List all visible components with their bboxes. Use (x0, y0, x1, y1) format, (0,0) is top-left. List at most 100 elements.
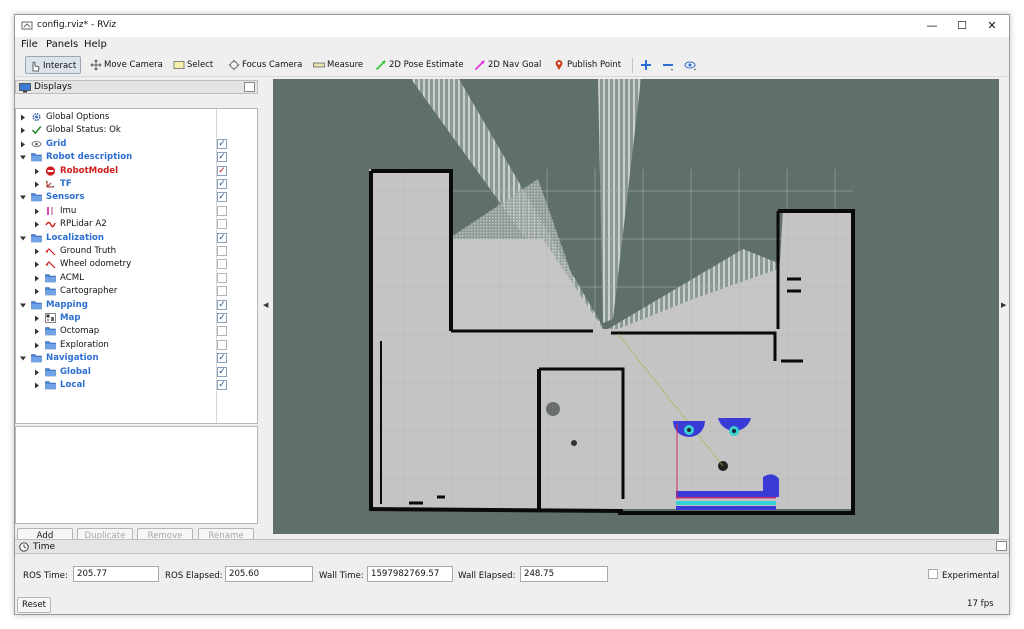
camera-type-icon[interactable] (683, 59, 697, 71)
display-item-navigation[interactable]: Navigation ✓ (16, 352, 257, 365)
expand-down-arrow-icon[interactable] (20, 194, 26, 201)
time-panel-undock-button[interactable] (996, 541, 1007, 551)
display-item-map[interactable]: Map ✓ (16, 312, 257, 325)
add-tool-icon[interactable] (639, 59, 653, 71)
expand-right-arrow-icon[interactable] (34, 261, 40, 268)
display-enable-checkbox[interactable]: ✓ (217, 165, 227, 176)
display-enable-checkbox[interactable]: ✓ (217, 152, 227, 163)
display-item-label: Local (60, 380, 86, 390)
display-enable-checkbox[interactable] (217, 286, 227, 297)
expand-right-arrow-icon[interactable] (34, 288, 40, 295)
expand-right-arrow-icon[interactable] (34, 369, 40, 376)
display-item-tf[interactable]: TF ✓ (16, 178, 257, 191)
monitor-icon (19, 83, 31, 93)
expand-right-arrow-icon[interactable] (34, 315, 40, 322)
tool-focus-camera[interactable]: Focus Camera (225, 56, 302, 74)
display-item-octomap[interactable]: Octomap (16, 325, 257, 338)
display-enable-checkbox[interactable]: ✓ (217, 192, 227, 203)
display-enable-checkbox[interactable]: ✓ (217, 138, 227, 149)
left-dock-handle[interactable]: ◀ (261, 79, 271, 534)
expand-down-arrow-icon[interactable] (20, 235, 26, 242)
expand-right-arrow-icon[interactable] (34, 168, 40, 175)
expand-right-arrow-icon[interactable] (34, 382, 40, 389)
tool-select[interactable]: Select (170, 56, 213, 74)
display-enable-checkbox[interactable]: ✓ (217, 232, 227, 243)
display-item-acml[interactable]: ACML (16, 272, 257, 285)
display-enable-checkbox[interactable] (217, 259, 227, 270)
expand-right-arrow-icon[interactable] (20, 141, 26, 148)
display-enable-checkbox[interactable]: ✓ (217, 380, 227, 390)
expand-down-arrow-icon[interactable] (20, 154, 26, 161)
ros-time-field[interactable]: 205.77 (73, 566, 159, 582)
tool-interact[interactable]: Interact (25, 56, 82, 74)
display-item-exploration[interactable]: Exploration (16, 339, 257, 352)
display-properties-area (15, 426, 258, 524)
display-item-robot-description[interactable]: Robot description ✓ (16, 151, 257, 164)
expand-right-arrow-icon[interactable] (34, 342, 40, 349)
display-item-local[interactable]: Local ✓ (16, 379, 257, 392)
display-item-grid[interactable]: Grid ✓ (16, 138, 257, 151)
maximize-button[interactable]: ☐ (947, 18, 977, 34)
display-item-cartographer[interactable]: Cartographer (16, 285, 257, 298)
tool-publish-point[interactable]: Publish Point (550, 56, 621, 74)
expand-right-arrow-icon[interactable] (34, 208, 40, 215)
right-dock-handle[interactable]: ▶ (999, 79, 1009, 534)
menu-panels[interactable]: Panels (46, 39, 78, 50)
menu-help[interactable]: Help (84, 39, 107, 50)
remove-tool-icon[interactable] (661, 59, 675, 71)
display-enable-checkbox[interactable] (217, 246, 227, 256)
ros-elapsed-field[interactable]: 205.60 (225, 566, 313, 582)
wall-time-field[interactable]: 1597982769.57 (367, 566, 453, 582)
clock-icon (19, 542, 29, 552)
expand-right-arrow-icon[interactable] (34, 275, 40, 282)
tool-2d-nav-goal[interactable]: 2D Nav Goal (471, 56, 541, 74)
display-enable-checkbox[interactable]: ✓ (217, 353, 227, 364)
display-enable-checkbox[interactable]: ✓ (217, 366, 227, 377)
display-enable-checkbox[interactable]: ✓ (217, 299, 227, 310)
display-item-wheel-odometry[interactable]: Wheel odometry (16, 258, 257, 271)
display-item-global-options[interactable]: Global Options (16, 111, 257, 124)
tool-2d-pose-estimate[interactable]: 2D Pose Estimate (372, 56, 464, 74)
expand-right-arrow-icon[interactable] (34, 328, 40, 335)
experimental-checkbox[interactable] (928, 569, 938, 579)
display-item-robotmodel[interactable]: RobotModel ✓ (16, 165, 257, 178)
menu-file[interactable]: File (21, 39, 38, 50)
reset-button[interactable]: Reset (17, 597, 51, 613)
display-item-label: Exploration (60, 339, 109, 350)
expand-right-arrow-icon[interactable] (34, 221, 40, 228)
display-item-global[interactable]: Global ✓ (16, 366, 257, 379)
expand-right-arrow-icon[interactable] (34, 248, 40, 255)
display-enable-checkbox[interactable]: ✓ (217, 179, 227, 189)
display-enable-checkbox[interactable] (217, 205, 227, 216)
wall-elapsed-field[interactable]: 248.75 (520, 566, 608, 582)
render-3d-view[interactable] (273, 79, 999, 534)
display-item-mapping[interactable]: Mapping ✓ (16, 299, 257, 312)
display-enable-checkbox[interactable] (217, 339, 227, 350)
close-button[interactable]: ✕ (977, 18, 1007, 34)
folder-icon (31, 153, 42, 162)
expand-down-arrow-icon[interactable] (20, 302, 26, 309)
map-obstacle (546, 402, 560, 416)
display-item-localization[interactable]: Localization ✓ (16, 232, 257, 245)
display-item-label: Localization (46, 232, 105, 243)
displays-panel-undock-button[interactable] (244, 82, 255, 92)
expand-right-arrow-icon[interactable] (34, 181, 40, 188)
tool-measure[interactable]: Measure (310, 56, 363, 74)
folder-icon (31, 193, 42, 202)
expand-right-arrow-icon[interactable] (20, 127, 26, 134)
folder-icon (31, 300, 42, 309)
display-enable-checkbox[interactable] (217, 272, 227, 283)
tool-move-camera[interactable]: Move Camera (87, 56, 163, 74)
display-item-global-status-ok[interactable]: Global Status: Ok (16, 124, 257, 137)
display-enable-checkbox[interactable] (217, 326, 227, 337)
display-enable-checkbox[interactable] (217, 219, 227, 230)
display-item-rplidar-a2[interactable]: RPLidar A2 (16, 218, 257, 231)
expand-down-arrow-icon[interactable] (20, 355, 26, 362)
display-item-imu[interactable]: Imu (16, 205, 257, 218)
expand-right-arrow-icon[interactable] (20, 114, 26, 121)
minimize-button[interactable]: — (917, 18, 947, 34)
display-item-sensors[interactable]: Sensors ✓ (16, 191, 257, 204)
map-icon (45, 313, 56, 323)
display-enable-checkbox[interactable]: ✓ (217, 313, 227, 323)
display-item-ground-truth[interactable]: Ground Truth (16, 245, 257, 258)
